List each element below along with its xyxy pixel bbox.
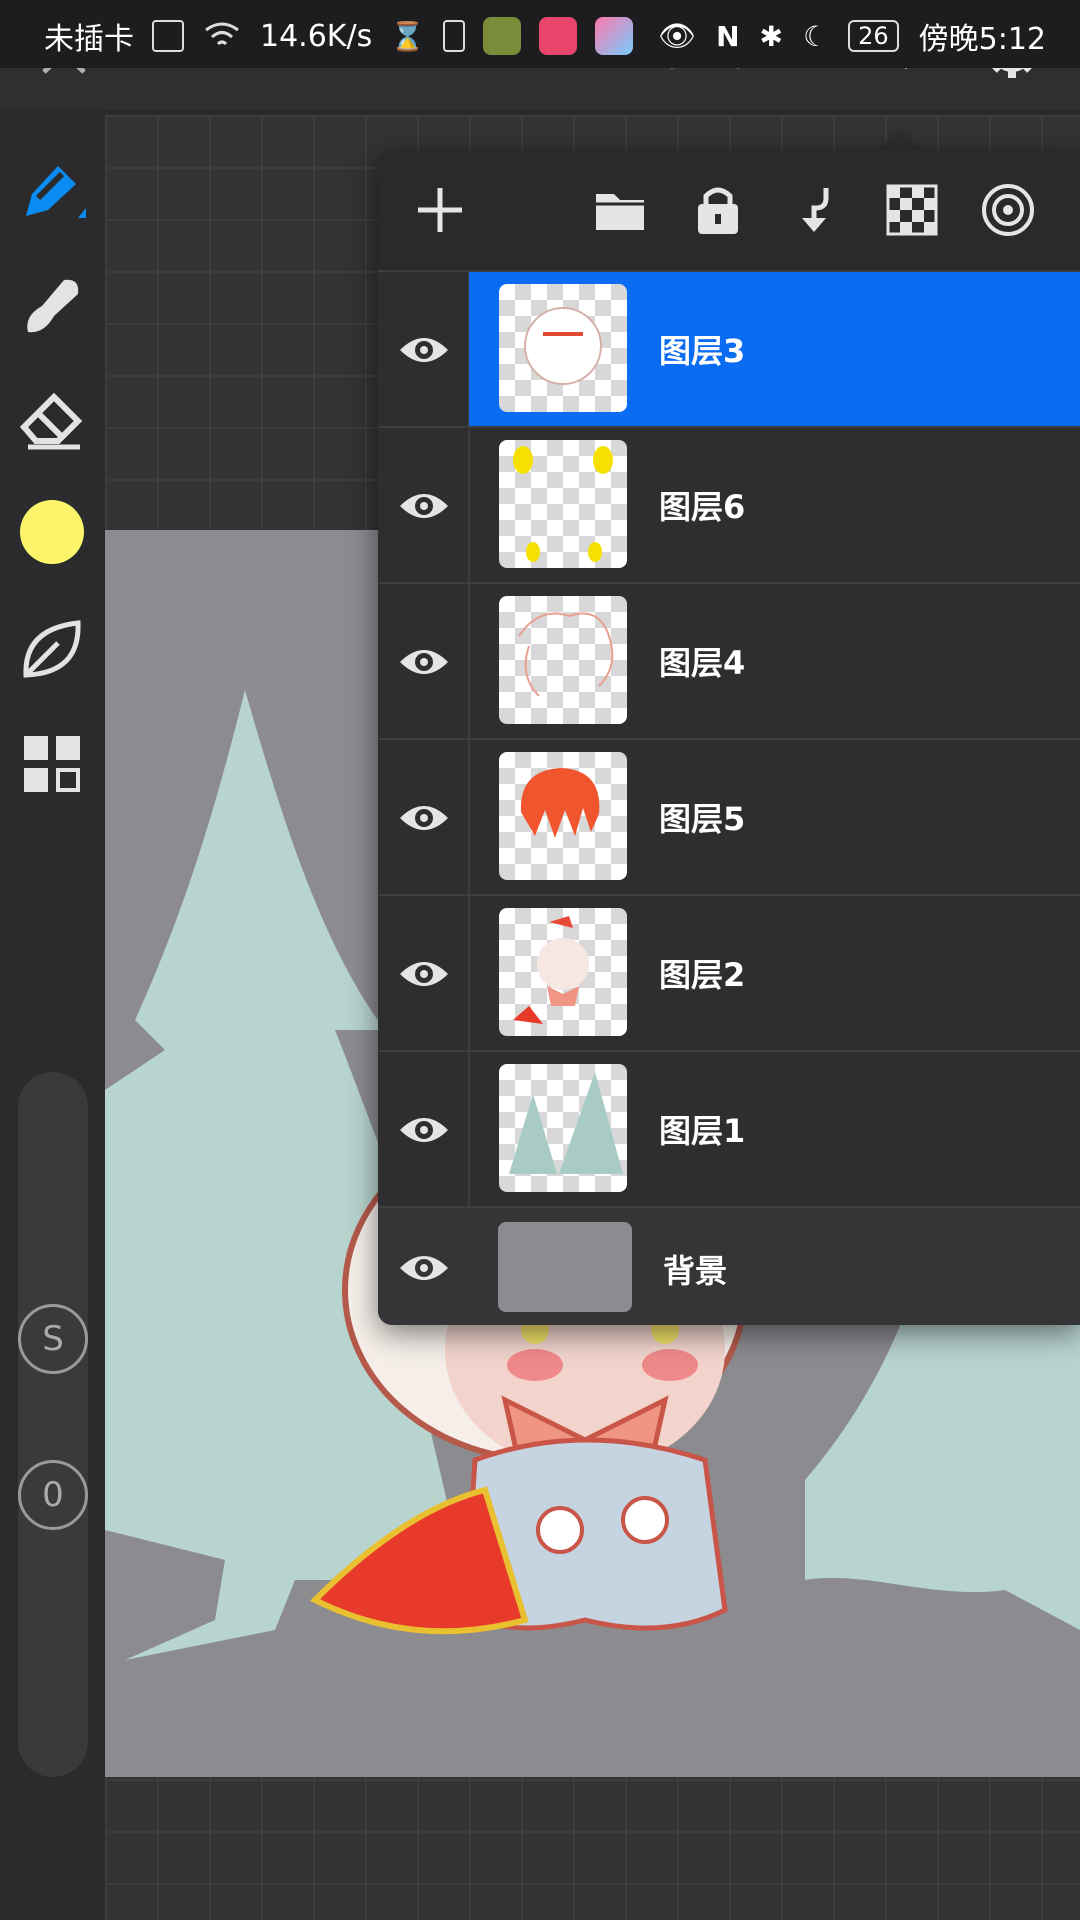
layer-thumbnail: [499, 1064, 627, 1192]
visibility-toggle[interactable]: [378, 428, 470, 582]
app-icon: [483, 17, 522, 55]
lock-icon[interactable]: [690, 182, 746, 238]
layer-thumbnail: [499, 908, 627, 1036]
eye-icon[interactable]: [398, 1104, 450, 1156]
visibility-toggle[interactable]: [378, 1052, 470, 1206]
layer-name: 图层5: [659, 800, 746, 838]
layer-row-3[interactable]: 图层3: [378, 270, 1080, 426]
layer-name: 图层3: [659, 332, 746, 370]
pompom-left: [536, 1506, 584, 1554]
layer-row-background[interactable]: 背景: [378, 1206, 1080, 1325]
grid-icon[interactable]: [18, 730, 86, 798]
eye-icon[interactable]: [398, 480, 450, 532]
nfc-icon: N: [716, 19, 740, 53]
alert-icon: [443, 20, 466, 52]
layer-row-5[interactable]: 图层5: [378, 738, 1080, 894]
layer-name: 图层6: [659, 488, 746, 526]
layer-thumbnail: [499, 284, 627, 412]
bluetooth-icon: ✱: [759, 19, 783, 53]
layer-content[interactable]: 图层3: [469, 272, 1080, 426]
layers-panel: 图层3 图层6 图层4 图层5 图层2 图层1 背景: [378, 150, 1080, 1325]
wifi-icon: [205, 22, 239, 46]
battery-icon: 26: [848, 20, 899, 52]
layer-thumbnail: [499, 596, 627, 724]
layer-content[interactable]: 图层1: [469, 1052, 1080, 1206]
eye-status-icon: 👁: [657, 18, 697, 54]
leaf-icon[interactable]: [18, 615, 86, 683]
layer-content[interactable]: 图层5: [469, 740, 1080, 894]
carrier-text: 未插卡: [44, 22, 134, 57]
visibility-toggle[interactable]: [378, 896, 470, 1050]
layer-thumbnail: [499, 440, 627, 568]
layer-thumbnail: [498, 1222, 632, 1312]
layer-name: 图层1: [659, 1112, 746, 1150]
color-swatch[interactable]: [20, 500, 84, 564]
eraser-icon[interactable]: [18, 385, 86, 453]
folder-icon[interactable]: [592, 182, 648, 238]
clock-text: 傍晚5:12: [918, 22, 1046, 57]
character-blush-left: [507, 1349, 563, 1381]
layer-name: 图层4: [659, 644, 746, 682]
opacity-button[interactable]: 0: [18, 1460, 88, 1530]
character-blush-right: [642, 1349, 698, 1381]
pompom-right: [621, 1496, 669, 1544]
layer-thumbnail: [499, 752, 627, 880]
layer-content[interactable]: 图层4: [469, 584, 1080, 738]
merge-down-icon[interactable]: [786, 182, 842, 238]
eye-icon[interactable]: [398, 636, 450, 688]
visibility-toggle[interactable]: [378, 272, 470, 426]
layers-toolbar: [378, 150, 1080, 270]
layer-content[interactable]: 图层2: [469, 896, 1080, 1050]
layer-row-2[interactable]: 图层2: [378, 894, 1080, 1050]
left-toolbar: S 0: [0, 110, 105, 1920]
eye-icon[interactable]: [398, 1242, 450, 1294]
size-button[interactable]: S: [18, 1304, 88, 1374]
eye-icon[interactable]: [398, 948, 450, 1000]
visibility-toggle[interactable]: [378, 584, 470, 738]
moon-icon: ☾: [802, 19, 829, 53]
layer-row-1[interactable]: 图层1: [378, 1050, 1080, 1206]
layer-name: 图层2: [659, 956, 746, 994]
visibility-toggle[interactable]: [378, 740, 470, 894]
transparency-icon[interactable]: [884, 182, 940, 238]
sim-icon: [152, 20, 184, 52]
eye-icon[interactable]: [398, 792, 450, 844]
status-bar: 未插卡 14.6K/s ⌛ 👁 N ✱ ☾ 26 傍晚5:12: [0, 0, 1080, 68]
panel-pointer: [876, 128, 924, 152]
net-speed-text: 14.6K/s: [260, 18, 373, 54]
layer-row-6[interactable]: 图层6: [378, 426, 1080, 582]
brush-size-slider[interactable]: [18, 1072, 88, 1777]
layer-content[interactable]: 图层6: [469, 428, 1080, 582]
layer-row-4[interactable]: 图层4: [378, 582, 1080, 738]
blend-icon[interactable]: [980, 182, 1036, 238]
eye-icon[interactable]: [398, 324, 450, 376]
app-icon: [539, 17, 578, 55]
hourglass-icon: ⌛: [390, 19, 426, 53]
pen-icon[interactable]: [18, 156, 86, 224]
app-icon: [595, 17, 634, 55]
add-icon[interactable]: [412, 182, 468, 238]
brush-icon[interactable]: [18, 270, 86, 338]
layer-name: 背景: [663, 1252, 728, 1290]
